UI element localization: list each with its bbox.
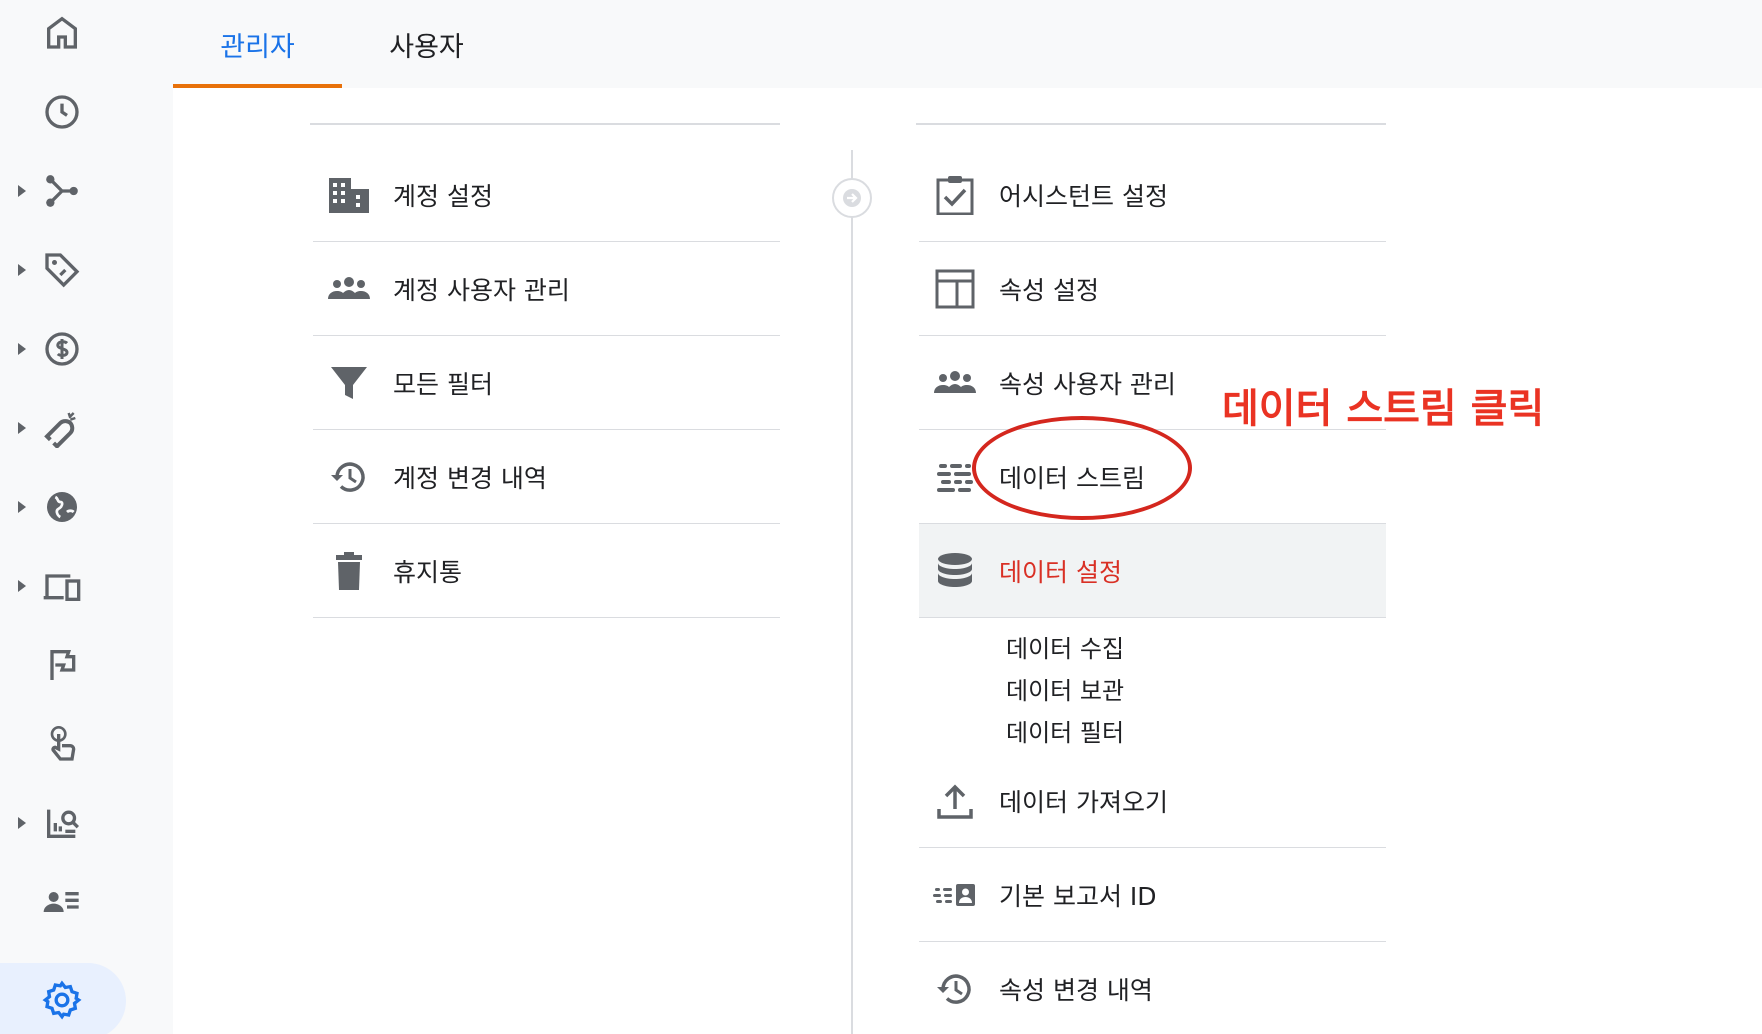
devices-icon xyxy=(43,574,81,601)
rail-item-tags[interactable] xyxy=(0,230,173,310)
people-icon xyxy=(328,277,370,299)
upload-icon xyxy=(937,784,973,819)
property-column-header-line xyxy=(916,123,1386,125)
rail-item-lifecycle[interactable] xyxy=(0,151,173,231)
clipboard-check-icon xyxy=(936,176,974,215)
menu-trash[interactable]: 휴지통 xyxy=(313,524,780,618)
globe-icon xyxy=(47,492,77,522)
dollar-icon xyxy=(45,332,79,366)
rail-item-tech[interactable] xyxy=(0,546,173,626)
report-id-icon xyxy=(933,884,975,906)
menu-all-filters[interactable]: 모든 필터 xyxy=(313,336,780,430)
streams-icon xyxy=(937,464,973,492)
annotation-callout-text: 데이터 스트림 클릭 xyxy=(1222,386,1545,432)
submenu-data-filters[interactable]: 데이터 필터 xyxy=(1006,713,1124,748)
menu-label: 어시스턴트 설정 xyxy=(999,181,1168,211)
touch-icon xyxy=(50,726,76,761)
rail-item-events[interactable] xyxy=(0,625,173,705)
rail-item-engagement[interactable] xyxy=(0,704,173,784)
menu-data-import[interactable]: 데이터 가져오기 xyxy=(919,754,1386,848)
history-icon xyxy=(937,974,971,1004)
expand-arrow-icon xyxy=(18,817,26,829)
expand-arrow-icon xyxy=(18,580,26,592)
menu-label: 기본 보고서 ID xyxy=(999,881,1157,911)
menu-label: 데이터 가져오기 xyxy=(999,787,1168,817)
tab-admin[interactable]: 관리자 xyxy=(173,0,342,88)
tab-user[interactable]: 사용자 xyxy=(342,0,511,88)
expand-arrow-icon xyxy=(18,264,26,276)
expand-arrow-icon xyxy=(18,422,26,434)
expand-arrow-icon xyxy=(18,185,26,197)
menu-account-change-history[interactable]: 계정 변경 내역 xyxy=(313,430,780,524)
submenu-data-collection[interactable]: 데이터 수집 xyxy=(1006,629,1124,664)
history-icon xyxy=(331,462,365,492)
menu-account-user-management[interactable]: 계정 사용자 관리 xyxy=(313,242,780,336)
menu-label: 계정 변경 내역 xyxy=(393,463,547,493)
people-icon xyxy=(934,371,976,393)
flag-icon xyxy=(50,650,76,680)
arrow-right-circle-icon xyxy=(843,189,861,207)
menu-label: 속성 사용자 관리 xyxy=(999,369,1176,399)
home-icon xyxy=(47,16,77,49)
trash-icon xyxy=(336,552,362,590)
menu-account-settings[interactable]: 계정 설정 xyxy=(313,148,780,242)
magnet-icon xyxy=(44,412,76,448)
submenu-data-retention[interactable]: 데이터 보관 xyxy=(1006,671,1124,706)
rail-item-reports-snapshot[interactable] xyxy=(0,72,173,152)
menu-assistant-settings[interactable]: 어시스턴트 설정 xyxy=(919,148,1386,242)
column-connector xyxy=(832,178,872,218)
tag-icon xyxy=(45,253,80,288)
menu-label: 모든 필터 xyxy=(393,369,493,399)
admin-tab-bar: 관리자 사용자 xyxy=(173,0,1762,88)
menu-label: 데이터 설정 xyxy=(999,557,1122,587)
database-icon xyxy=(938,553,972,587)
report-search-icon xyxy=(47,809,80,838)
expand-arrow-icon xyxy=(18,343,26,355)
annotation-highlight-circle xyxy=(972,416,1192,520)
menu-label: 속성 설정 xyxy=(999,275,1099,305)
rail-item-explore[interactable] xyxy=(0,783,173,863)
expand-arrow-icon xyxy=(18,501,26,513)
menu-reporting-identity[interactable]: 기본 보고서 ID xyxy=(919,848,1386,942)
rail-item-monetization[interactable] xyxy=(0,309,173,389)
menu-property-change-history[interactable]: 속성 변경 내역 xyxy=(919,942,1386,1034)
rail-item-admin[interactable] xyxy=(0,960,173,1034)
left-navigation-rail xyxy=(0,0,173,1034)
rail-item-home[interactable] xyxy=(0,0,173,72)
column-divider xyxy=(851,150,853,1034)
settings-icon xyxy=(42,980,82,1020)
rail-item-retention[interactable] xyxy=(0,388,173,468)
clock-icon xyxy=(45,95,79,129)
audience-icon xyxy=(43,892,79,912)
rail-item-demographics[interactable] xyxy=(0,467,173,547)
menu-property-settings[interactable]: 속성 설정 xyxy=(919,242,1386,336)
flow-icon xyxy=(46,175,78,207)
menu-label: 휴지통 xyxy=(393,557,463,587)
filter-icon xyxy=(331,367,367,399)
menu-label: 속성 변경 내역 xyxy=(999,976,1153,1005)
account-column-header-line xyxy=(310,123,780,125)
building-icon xyxy=(329,178,369,213)
layout-icon xyxy=(935,269,975,309)
menu-label: 계정 설정 xyxy=(393,181,493,211)
menu-label: 계정 사용자 관리 xyxy=(393,275,570,305)
rail-item-audiences[interactable] xyxy=(0,862,173,942)
menu-data-settings[interactable]: 데이터 설정 xyxy=(919,524,1386,618)
